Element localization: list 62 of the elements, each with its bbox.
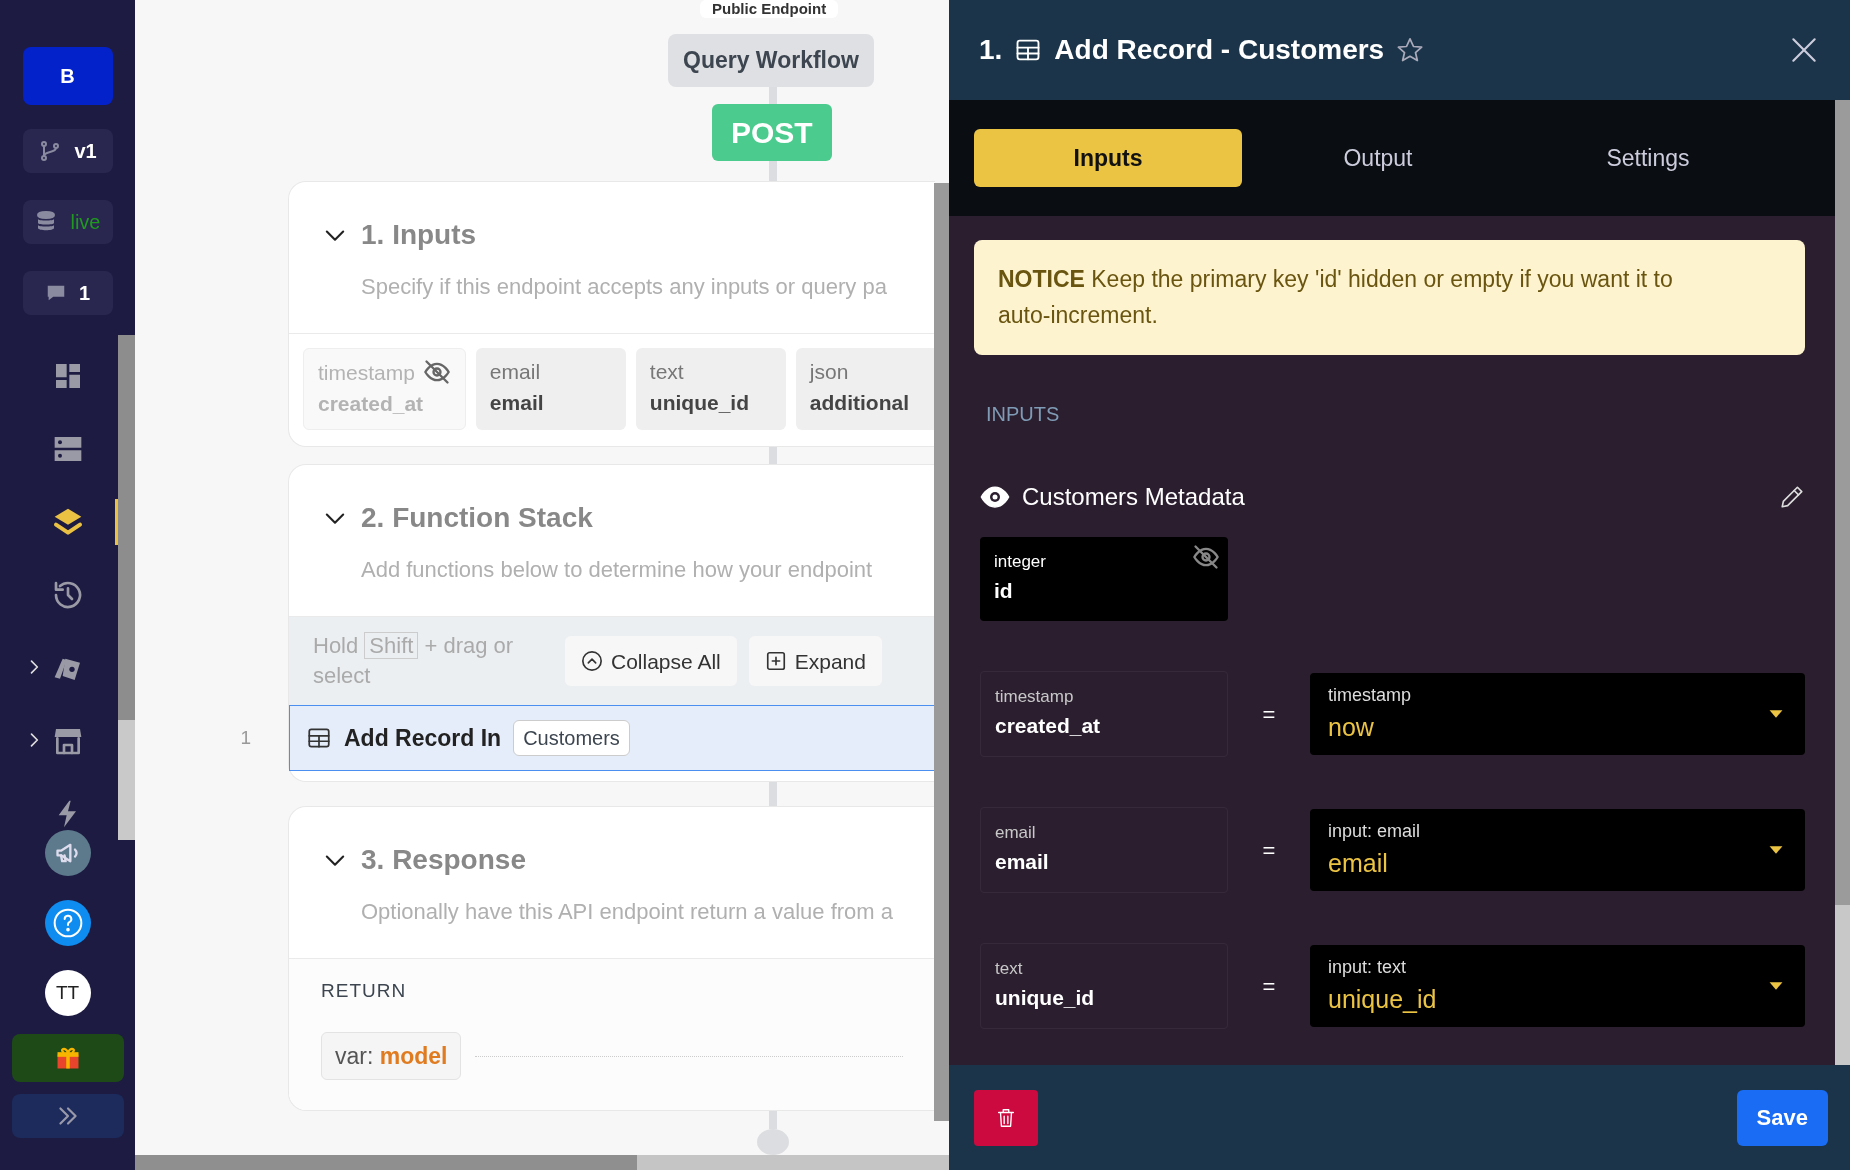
tab[interactable]: Output (1244, 129, 1512, 187)
section-description: Add functions below to determine how your endpoint (361, 556, 874, 585)
field-card: text unique_id (980, 943, 1228, 1030)
help-icon (51, 907, 84, 939)
method-badge: POST (712, 104, 832, 162)
tab[interactable]: Inputs (974, 129, 1242, 187)
notice-message: NOTICE Keep the primary key 'id' hidden or empty if you want it to auto-increment. (974, 240, 1805, 356)
circle-chevron-icon (581, 650, 603, 673)
section-title: 1. Inputs (361, 217, 477, 252)
section-heading: INPUTS (986, 402, 1061, 428)
group-title: Customers Metadata (1022, 482, 1245, 513)
expand-all-button[interactable]: Expand (748, 636, 882, 687)
delete-button[interactable] (974, 1089, 1038, 1146)
comment-status-button[interactable]: 1 (22, 271, 113, 315)
value-dropdown[interactable]: input: email email (1310, 809, 1805, 892)
field-card: email email (980, 807, 1228, 894)
section-description: Optionally have this API endpoint return a value from a (361, 898, 894, 927)
function-step[interactable]: Add Record In Customers (289, 705, 935, 772)
field-card: integer id (980, 537, 1228, 622)
database-status-button[interactable]: live (22, 200, 113, 244)
equals-sign: = (1261, 972, 1277, 1001)
hidden-icon (422, 358, 451, 387)
value-dropdown[interactable]: timestamp now (1310, 673, 1805, 756)
section-title: 3. Response (361, 843, 526, 878)
table-name: Customers (513, 720, 630, 757)
gift-button[interactable] (11, 1034, 124, 1082)
scrollbar[interactable] (934, 183, 949, 1121)
equals-sign: = (1261, 836, 1277, 865)
tab[interactable]: Settings (1514, 129, 1782, 187)
trash-icon (995, 1106, 1017, 1129)
pencil-icon[interactable] (1779, 484, 1805, 511)
announcements-button[interactable] (44, 830, 91, 876)
return-value[interactable]: var: model (321, 1032, 462, 1081)
input-chip[interactable]: email email (475, 347, 626, 430)
panel-title: Add Record - Customers (1054, 33, 1385, 67)
equals-sign: = (1261, 700, 1277, 729)
user-avatar[interactable]: TT (44, 970, 91, 1016)
scrollbar[interactable] (118, 335, 135, 840)
collapse-sidebar-button[interactable] (11, 1094, 124, 1138)
plus-square-icon (764, 650, 787, 673)
collapse-all-button[interactable]: Collapse All (565, 636, 737, 687)
scrollbar[interactable] (1835, 100, 1850, 1065)
branch-status-button[interactable]: v1 (22, 129, 113, 173)
input-chip[interactable]: text unique_id (635, 347, 786, 430)
drag-hint: Hold Shift + drag or select (313, 630, 515, 691)
help-button[interactable] (44, 900, 91, 946)
return-label: RETURN (321, 979, 408, 1004)
end-node (757, 1129, 789, 1155)
line-number: 1 (239, 726, 252, 751)
save-button[interactable]: Save (1736, 1089, 1828, 1146)
workflow-label: Query Workflow (668, 34, 874, 87)
step-label: Add Record In (344, 724, 502, 754)
scrollbar[interactable] (135, 1155, 949, 1170)
star-icon[interactable] (1396, 36, 1425, 64)
step-number: 1. (979, 33, 1003, 67)
section-title: 2. Function Stack (361, 501, 593, 536)
input-chip[interactable]: json additional (795, 347, 935, 430)
field-card: timestamp created_at (980, 671, 1228, 758)
endpoint-label: Public Endpoint (700, 0, 839, 18)
section-description: Specify if this endpoint accepts any inputs or query pa (361, 272, 888, 301)
workspace-button[interactable]: B (22, 47, 113, 105)
value-dropdown[interactable]: input: text unique_id (1310, 945, 1805, 1028)
